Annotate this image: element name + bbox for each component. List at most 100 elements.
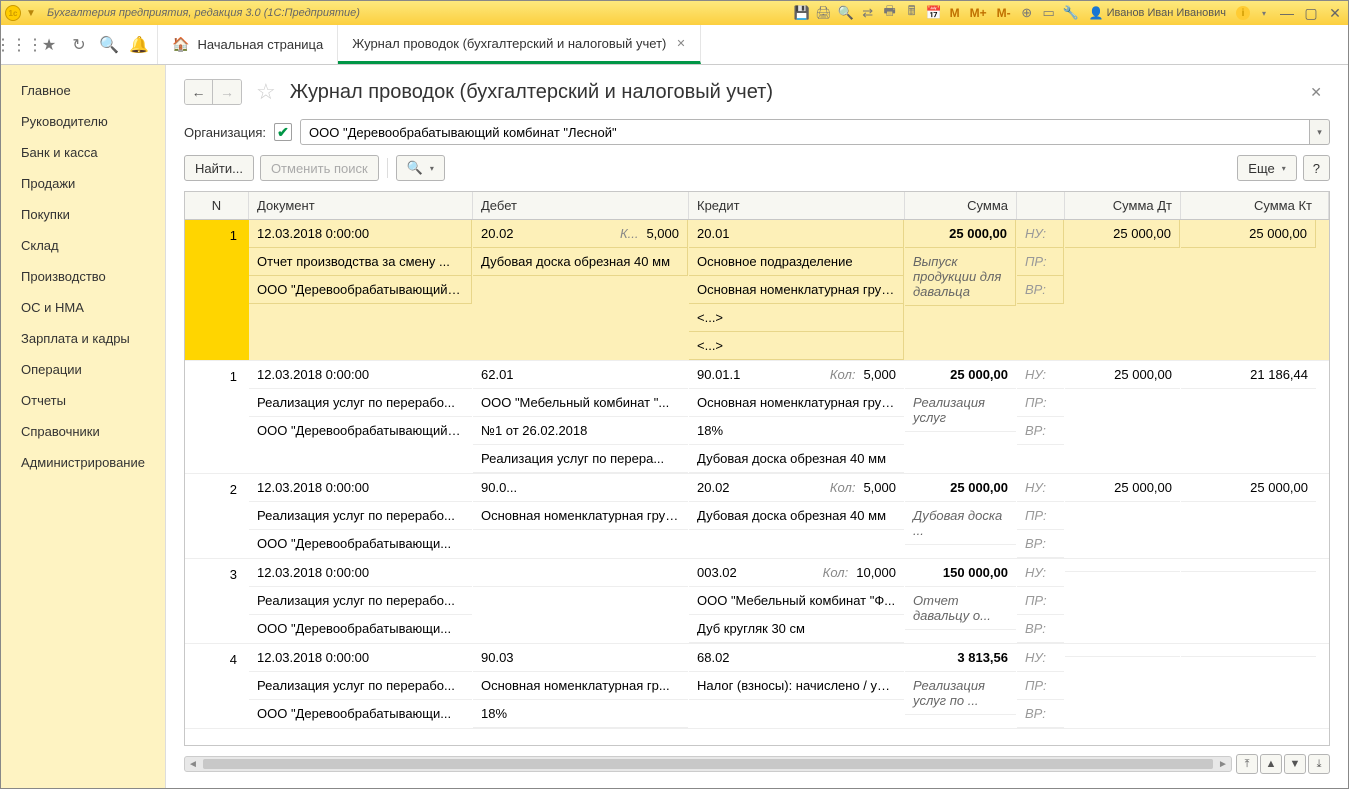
tab-home[interactable]: 🏠 Начальная страница (158, 25, 338, 64)
app-title: Бухгалтерия предприятия, редакция 3.0 (1… (47, 7, 360, 19)
table-row[interactable]: 412.03.2018 0:00:00Реализация услуг по п… (185, 644, 1329, 729)
cell-sumkt (1181, 644, 1329, 728)
sidebar-item-bank[interactable]: Банк и касса (1, 137, 165, 168)
col-sum[interactable]: Сумма (905, 192, 1017, 219)
col-doc[interactable]: Документ (249, 192, 473, 219)
print2-icon[interactable]: 🖶 (882, 5, 898, 21)
info-icon[interactable]: i (1236, 6, 1250, 20)
more-label: Еще (1248, 161, 1274, 176)
compare-icon[interactable]: ⇄ (860, 5, 876, 21)
more-button[interactable]: Еще ▾ (1237, 155, 1296, 181)
sidebar-item-sales[interactable]: Продажи (1, 168, 165, 199)
cell-n: 1 (185, 220, 249, 360)
sidebar-item-manager[interactable]: Руководителю (1, 106, 165, 137)
scroll-left-icon[interactable]: ◄ (185, 759, 201, 770)
debit-line: 18% (473, 700, 688, 728)
org-checkbox[interactable]: ✔ (274, 123, 292, 141)
doc-line: ООО "Деревообрабатывающий комбинат "Лесн… (249, 276, 472, 304)
cell-document: 12.03.2018 0:00:00Реализация услуг по пе… (249, 474, 473, 558)
help-button[interactable]: ? (1303, 155, 1330, 181)
bell-icon[interactable]: 🔔 (125, 26, 153, 64)
sidebar-item-warehouse[interactable]: Склад (1, 230, 165, 261)
search-dropdown-button[interactable]: 🔍 ▾ (396, 155, 445, 181)
nav-down-button[interactable]: ▼ (1284, 754, 1306, 774)
nav-last-button[interactable]: ⤓ (1308, 754, 1330, 774)
page-header: ← → ☆ Журнал проводок (бухгалтерский и н… (166, 65, 1348, 115)
table-row[interactable]: 312.03.2018 0:00:00Реализация услуг по п… (185, 559, 1329, 644)
preview-icon[interactable]: 🔍 (838, 5, 854, 21)
favorite-icon[interactable]: ★ (35, 26, 63, 64)
panel-icon[interactable]: ▭ (1041, 5, 1057, 21)
save-icon[interactable]: 💾 (794, 5, 810, 21)
sidebar-item-production[interactable]: Производство (1, 261, 165, 292)
org-input[interactable] (300, 119, 1310, 145)
sidebar-item-hr[interactable]: Зарплата и кадры (1, 323, 165, 354)
apps-icon[interactable]: ⋮⋮⋮ (5, 26, 33, 64)
credit-line: Основная номенклатурная груп... (689, 276, 904, 304)
col-sumkt[interactable]: Сумма Кт (1181, 192, 1329, 219)
user-label[interactable]: 👤 Иванов Иван Иванович (1085, 6, 1230, 20)
horizontal-scrollbar[interactable]: ◄ ► (184, 756, 1232, 772)
cell-sum: 25 000,00Дубовая доска ... (905, 474, 1017, 558)
debit-account-line: 20.02К...5,000 (473, 220, 688, 248)
settings-icon[interactable]: 🔧 (1063, 5, 1079, 21)
sidebar-item-purchases[interactable]: Покупки (1, 199, 165, 230)
cell-sumdt: 25 000,00 (1065, 474, 1181, 558)
table-row[interactable]: 112.03.2018 0:00:00Отчет производства за… (185, 220, 1329, 361)
col-credit[interactable]: Кредит (689, 192, 905, 219)
sidebar-item-main[interactable]: Главное (1, 75, 165, 106)
credit-line: <...> (689, 332, 904, 360)
dropdown-icon[interactable]: ▼ (23, 5, 39, 21)
nav-back-button[interactable]: ← (185, 80, 213, 104)
sidebar-item-admin[interactable]: Администрирование (1, 447, 165, 478)
search-icon[interactable]: 🔍 (95, 26, 123, 64)
minimize-button[interactable]: — (1278, 5, 1296, 21)
sidebar: Главное Руководителю Банк и касса Продаж… (1, 65, 165, 788)
app-tabs: ⋮⋮⋮ ★ ↻ 🔍 🔔 🏠 Начальная страница Журнал … (1, 25, 1348, 65)
close-button[interactable]: ✕ (1326, 5, 1344, 22)
memory-m-button[interactable]: M (948, 6, 962, 20)
col-tag[interactable] (1017, 192, 1065, 219)
print-icon[interactable]: 🖨 (816, 5, 832, 21)
col-sumdt[interactable]: Сумма Дт (1065, 192, 1181, 219)
star-icon[interactable]: ☆ (256, 79, 276, 105)
maximize-button[interactable]: ▢ (1302, 5, 1320, 22)
memory-mminus-button[interactable]: M- (995, 6, 1013, 20)
info-dropdown-icon[interactable]: ▾ (1256, 5, 1272, 21)
titlebar: 1c ▼ Бухгалтерия предприятия, редакция 3… (1, 1, 1348, 25)
page-close-button[interactable]: ✕ (1302, 80, 1330, 105)
cancel-search-button[interactable]: Отменить поиск (260, 155, 379, 181)
cell-sumkt: 21 186,44 (1181, 361, 1329, 473)
sidebar-item-operations[interactable]: Операции (1, 354, 165, 385)
table-row[interactable]: 112.03.2018 0:00:00Реализация услуг по п… (185, 361, 1329, 474)
tab-journal[interactable]: Журнал проводок (бухгалтерский и налогов… (338, 25, 700, 64)
nav-first-button[interactable]: ⤒ (1236, 754, 1258, 774)
zoom-icon[interactable]: ⊕ (1019, 5, 1035, 21)
sidebar-item-reports[interactable]: Отчеты (1, 385, 165, 416)
table-body[interactable]: 112.03.2018 0:00:00Отчет производства за… (185, 220, 1329, 745)
scroll-right-icon[interactable]: ► (1215, 759, 1231, 770)
calendar-icon[interactable]: 📅 (926, 5, 942, 21)
debit-line: Основная номенклатурная группа (473, 502, 688, 530)
tab-close-icon[interactable]: ✕ (676, 37, 685, 50)
scroll-thumb[interactable] (203, 759, 1213, 769)
memory-mplus-button[interactable]: M+ (968, 6, 989, 20)
calculator-icon[interactable]: 🖩 (904, 5, 920, 21)
nav-forward-button[interactable]: → (213, 80, 241, 104)
sum-value: 25 000,00 (905, 220, 1016, 248)
history-icon[interactable]: ↻ (65, 26, 93, 64)
col-n[interactable]: N (185, 192, 249, 219)
find-button[interactable]: Найти... (184, 155, 254, 181)
sidebar-item-assets[interactable]: ОС и НМА (1, 292, 165, 323)
cell-credit: 20.02Кол:5,000Дубовая доска обрезная 40 … (689, 474, 905, 558)
nav-up-button[interactable]: ▲ (1260, 754, 1282, 774)
credit-line: 18% (689, 417, 904, 445)
sum-desc: Реализация услуг по ... (905, 672, 1016, 715)
sidebar-item-refs[interactable]: Справочники (1, 416, 165, 447)
cell-sumdt: 25 000,00 (1065, 220, 1181, 360)
table-row[interactable]: 212.03.2018 0:00:00Реализация услуг по п… (185, 474, 1329, 559)
org-dropdown-button[interactable]: ▾ (1310, 119, 1330, 145)
cell-sumdt (1065, 559, 1181, 643)
sumdt-value (1065, 644, 1180, 657)
col-debit[interactable]: Дебет (473, 192, 689, 219)
